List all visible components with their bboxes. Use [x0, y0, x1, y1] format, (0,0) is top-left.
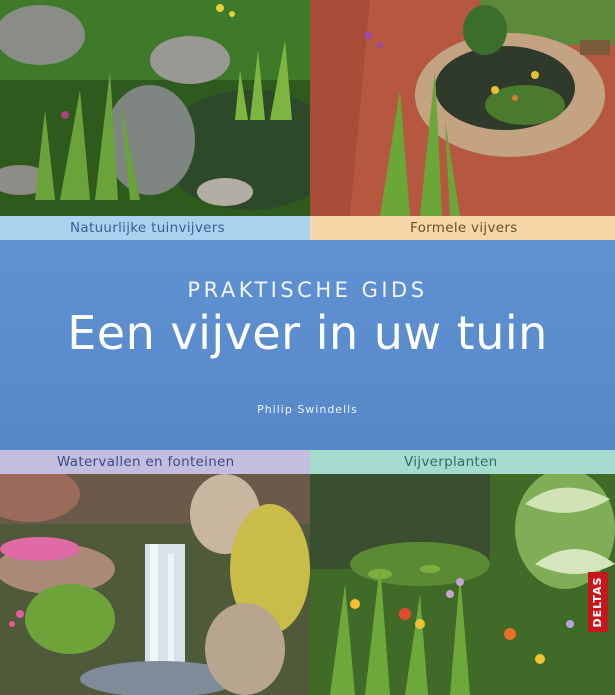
title-band: PRAKTISCHE GIDS Een vijver in uw tuin Ph… — [0, 240, 615, 450]
book-title: Een vijver in uw tuin — [67, 306, 548, 360]
series-kicker: PRAKTISCHE GIDS — [187, 278, 428, 302]
category-formal-ponds: Formele vijvers — [310, 216, 615, 240]
natural-pond-photo — [0, 0, 310, 216]
category-pond-plants: Vijverplanten — [310, 450, 615, 474]
formal-pond-photo — [310, 0, 615, 216]
publisher-logo: DELTAS — [588, 572, 608, 632]
category-waterfalls-fountains: Watervallen en fonteinen — [0, 450, 310, 474]
waterfall-photo — [0, 474, 310, 695]
category-natural-ponds: Natuurlijke tuinvijvers — [0, 216, 310, 240]
book-cover: Natuurlijke tuinvijvers Formele vijvers … — [0, 0, 615, 695]
author-name: Philip Swindells — [257, 403, 358, 416]
pond-plants-photo — [310, 474, 615, 695]
